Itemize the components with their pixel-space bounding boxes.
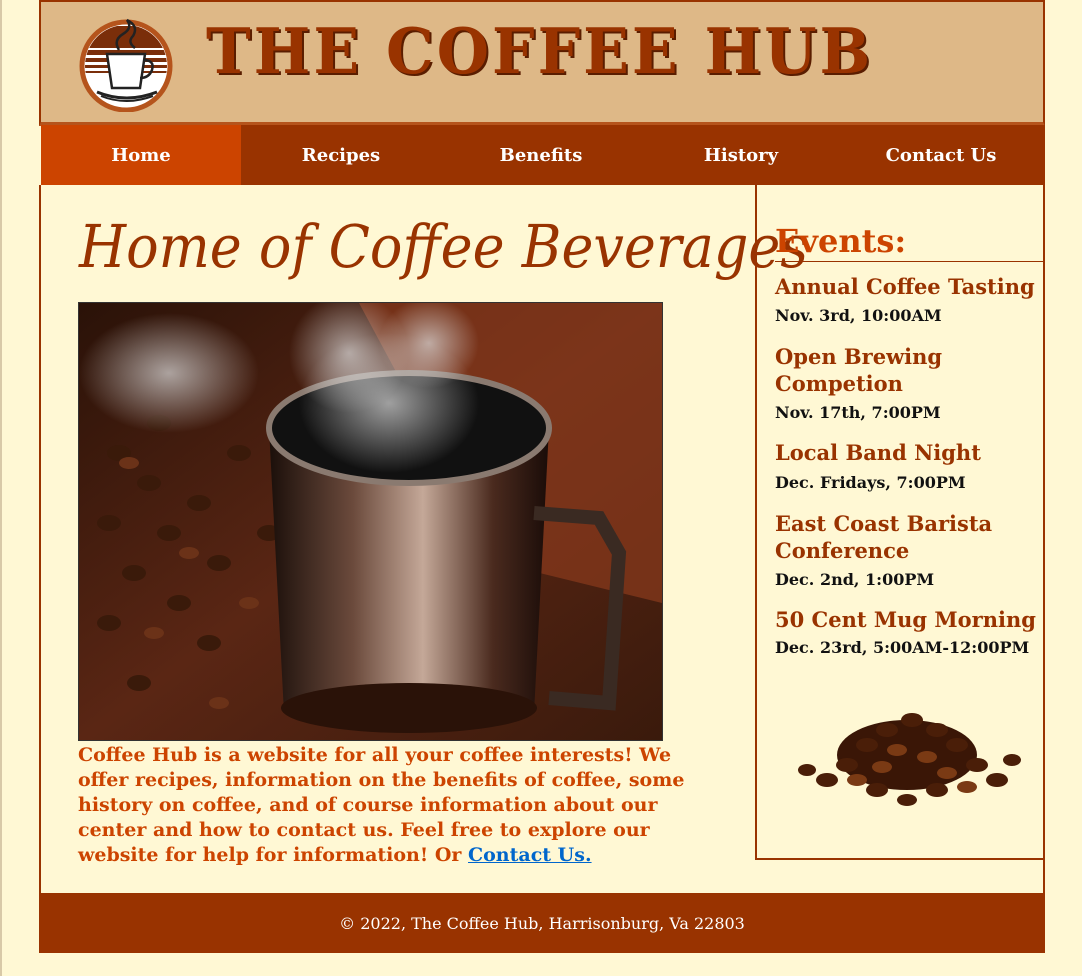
nav-home[interactable]: Home bbox=[41, 125, 241, 185]
page-wrapper: THE COFFEE HUB Home Recipes Benefits His… bbox=[39, 0, 1045, 953]
event-date: Nov. 3rd, 10:00AM bbox=[775, 306, 942, 325]
site-title: THE COFFEE HUB bbox=[206, 15, 874, 89]
footer-copyright: © 2022, The Coffee Hub, Harrisonburg, Va… bbox=[339, 913, 745, 933]
event-name: Open Brewing Competion bbox=[775, 344, 943, 396]
event-date: Dec. 2nd, 1:00PM bbox=[775, 570, 935, 589]
nav-history[interactable]: History bbox=[641, 125, 841, 185]
event-name: Local Band Night bbox=[775, 440, 981, 465]
page-title: Home of Coffee Beverages bbox=[79, 211, 809, 282]
event-date: Nov. 17th, 7:00PM bbox=[775, 403, 941, 422]
nav-benefits[interactable]: Benefits bbox=[441, 125, 641, 185]
events-sidebar: Events: Annual Coffee Tasting Nov. 3rd, … bbox=[755, 185, 1045, 860]
page-edge bbox=[0, 0, 2, 976]
site-header: THE COFFEE HUB bbox=[39, 0, 1045, 126]
content-area: Home of Coffee Beverages Coffee Hub is a… bbox=[39, 185, 1045, 893]
steaming-mug-image bbox=[79, 303, 662, 740]
contact-us-link[interactable]: Contact Us. bbox=[468, 844, 592, 866]
nav-contact-us[interactable]: Contact Us bbox=[841, 125, 1041, 185]
event-name: East Coast Barista Conference bbox=[775, 511, 993, 563]
event-name: 50 Cent Mug Morning bbox=[775, 607, 1036, 632]
site-footer: © 2022, The Coffee Hub, Harrisonburg, Va… bbox=[39, 893, 1045, 953]
events-heading: Events: bbox=[775, 221, 1045, 262]
main-nav: Home Recipes Benefits History Contact Us bbox=[41, 125, 1045, 185]
hero-image bbox=[78, 302, 663, 741]
event-date: Dec. Fridays, 7:00PM bbox=[775, 473, 966, 492]
event-date: Dec. 23rd, 5:00AM-12:00PM bbox=[775, 638, 1030, 657]
intro-text: Coffee Hub is a website for all your cof… bbox=[78, 744, 685, 866]
event-name: Annual Coffee Tasting bbox=[775, 274, 1035, 299]
coffee-beans-image bbox=[798, 713, 1021, 806]
nav-recipes[interactable]: Recipes bbox=[241, 125, 441, 185]
coffee-cup-logo-icon bbox=[79, 18, 173, 112]
intro-paragraph: Coffee Hub is a website for all your cof… bbox=[78, 743, 718, 868]
